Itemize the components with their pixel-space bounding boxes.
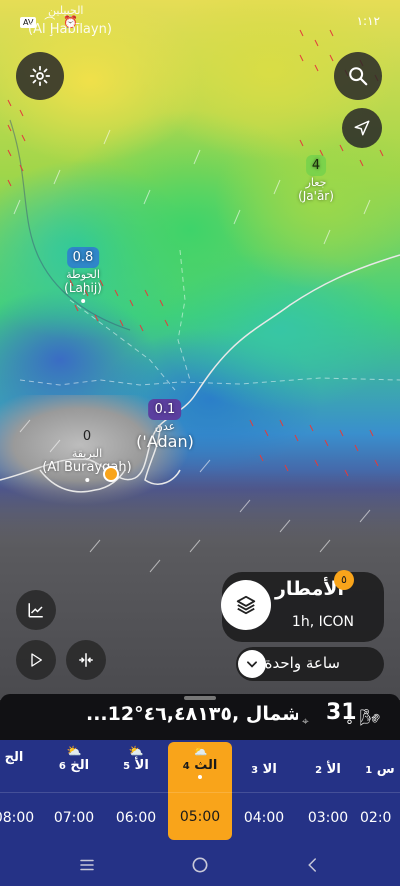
partly-cloudy-icon: ⛅ <box>128 744 144 758</box>
day-label: الأ <box>134 758 149 773</box>
day-item[interactable]: 3 الا <box>232 740 296 792</box>
marker-aden-value: 0.1 <box>148 399 182 420</box>
timeline[interactable]: الج ⛅ 6 الخ ⛅ 5 الأ ⛅ 4 الث 3 الا 2 الأ … <box>0 740 400 844</box>
day-number: 5 <box>123 761 131 772</box>
status-place-ar: الحبيلين <box>48 4 84 17</box>
marker-burayqah-dot <box>85 478 89 482</box>
chart-button[interactable] <box>16 590 56 630</box>
marker-burayqah-value: 0 <box>82 429 92 444</box>
district-boundary-2 <box>69 299 176 391</box>
back-button[interactable] <box>304 856 322 878</box>
district-boundary-3 <box>177 249 191 381</box>
marker-jaar[interactable]: 4 جعار (Ja'ār) <box>298 154 334 204</box>
day-label: الخ <box>70 758 90 773</box>
time-slot[interactable]: 03:00 <box>296 792 360 844</box>
marker-lahij-en: (Laḩij) <box>64 281 102 295</box>
marker-aden-en: ('Adan) <box>136 432 194 451</box>
home-circle-icon <box>192 857 208 873</box>
marker-jaar-ar: جعار <box>305 176 327 189</box>
wind-icon: 🌬 <box>360 708 381 727</box>
layer-subtitle: 1h, ICON <box>291 614 354 630</box>
day-number: 4 <box>182 761 190 772</box>
chart-icon <box>28 603 43 618</box>
day-label: الث <box>194 758 218 773</box>
district-boundary <box>19 377 400 386</box>
day-number: 2 <box>315 765 323 776</box>
compare-button[interactable] <box>66 640 106 680</box>
split-icon <box>79 653 93 667</box>
marker-lahij-dot <box>81 299 85 303</box>
recent-apps-button[interactable] <box>78 856 96 878</box>
marker-aden[interactable]: 0.1 عدن ('Adan) <box>136 398 194 451</box>
day-number: 6 <box>58 761 66 772</box>
day-number: 1 <box>365 765 373 776</box>
day-item-selected[interactable]: ⛅ 4 الث <box>168 742 232 794</box>
day-label: الأ <box>326 762 341 777</box>
marker-jaar-value: 4 <box>305 155 327 176</box>
current-location-dot <box>103 466 119 482</box>
system-nav-bar <box>0 844 400 886</box>
location-info-bar[interactable]: 🌬 31 ° ⌖ ...شمال ,٤٦,٤٨١٣٥°12" <box>0 694 400 740</box>
day-item[interactable]: ⛅ 6 الخ <box>42 740 106 792</box>
day-label: س <box>376 762 395 777</box>
time-slot[interactable]: 06:00 <box>104 792 168 844</box>
hour-label: ساعة واحدة <box>264 654 340 672</box>
layers-button[interactable] <box>221 580 271 630</box>
day-number: 3 <box>251 765 259 776</box>
time-slot-selected[interactable]: 05:00 <box>168 794 232 840</box>
marker-jaar-en: (Ja'ār) <box>298 189 334 203</box>
layer-new-badge: ٥ <box>334 570 354 590</box>
play-button[interactable] <box>16 640 56 680</box>
navigation-arrow-icon <box>354 120 370 136</box>
marker-lahij[interactable]: 0.8 الحوطة (Laḩij) <box>64 246 102 303</box>
day-item[interactable]: الج <box>0 740 46 792</box>
location-coordinates: ...شمال ,٤٦,٤٨١٣٥°12" <box>86 703 298 725</box>
time-slot[interactable]: 07:00 <box>42 792 106 844</box>
status-time: ١:١٢ <box>356 14 380 28</box>
chevron-down-icon <box>247 661 257 668</box>
marker-lahij-ar: الحوطة <box>66 268 100 281</box>
temperature-unit: ° <box>346 718 353 734</box>
selected-indicator <box>198 775 202 779</box>
status-place-en: (Al Ḩabīlayn) <box>28 22 112 37</box>
day-label: الا <box>262 762 277 777</box>
crosshair-icon: ⌖ <box>302 714 309 728</box>
day-item[interactable]: 2 الأ <box>296 740 360 792</box>
home-button[interactable] <box>190 855 210 879</box>
day-item[interactable]: 1 س <box>360 740 400 792</box>
search-button[interactable] <box>334 52 382 100</box>
hour-dropdown-button[interactable] <box>238 650 266 678</box>
menu-lines-icon <box>80 859 94 871</box>
time-slot[interactable]: 08:00 <box>0 792 46 844</box>
play-icon <box>31 653 42 667</box>
drag-handle[interactable] <box>184 696 216 700</box>
layers-icon <box>236 595 256 615</box>
search-icon <box>349 67 368 86</box>
locate-button[interactable] <box>342 108 382 148</box>
partly-cloudy-icon: ⛅ <box>192 744 208 758</box>
day-label: الج <box>4 750 24 765</box>
marker-lahij-value: 0.8 <box>66 247 100 268</box>
partly-cloudy-icon: ⛅ <box>66 744 82 758</box>
time-slot[interactable]: 04:00 <box>232 792 296 844</box>
back-chevron-icon <box>308 858 316 872</box>
time-slot[interactable]: 02:0 <box>360 792 400 844</box>
day-item[interactable]: ⛅ 5 الأ <box>104 740 168 792</box>
settings-button[interactable] <box>16 52 64 100</box>
gear-icon <box>29 65 51 87</box>
marker-burayqah-ar: البريقة <box>71 447 103 460</box>
